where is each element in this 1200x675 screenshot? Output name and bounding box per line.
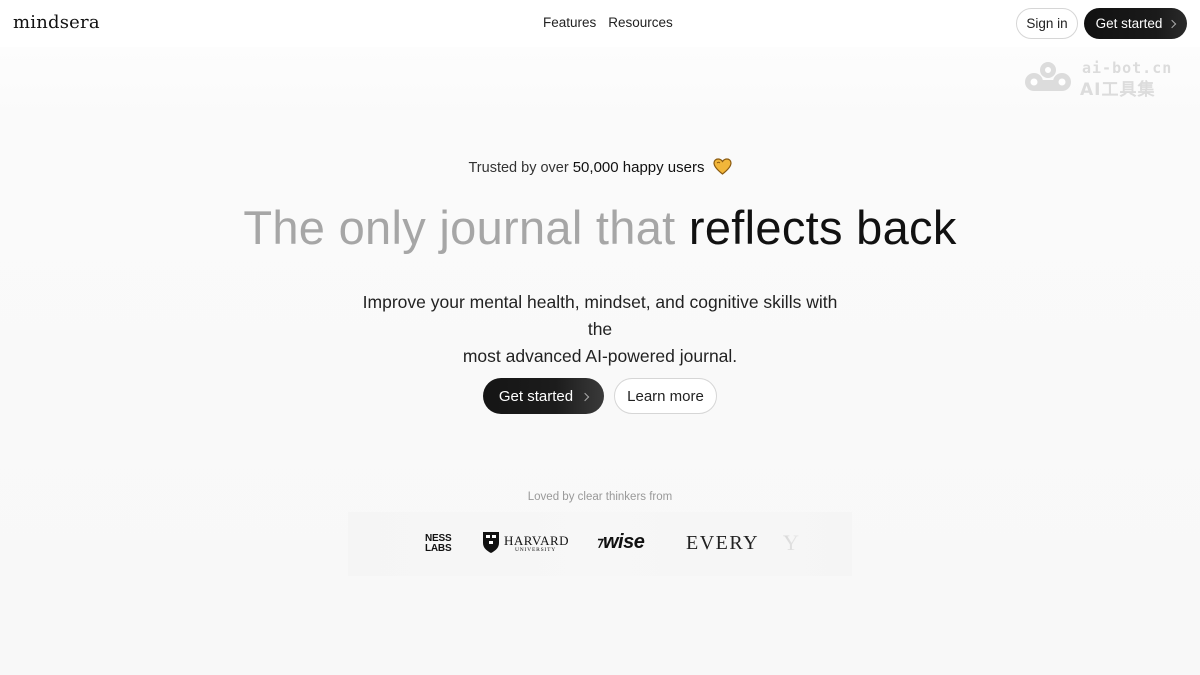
learn-more-label: Learn more xyxy=(627,387,704,405)
sign-in-button[interactable]: Sign in xyxy=(1016,8,1078,39)
social-proof-caption: Loved by clear thinkers from xyxy=(527,491,673,503)
mindsera-logo[interactable]: mindsera xyxy=(13,12,100,33)
chevron-right-icon xyxy=(580,392,590,401)
harvard-shield-icon xyxy=(483,532,499,553)
wise-flag-mark: ⁊ xyxy=(596,534,602,549)
nav-get-started-label: Get started xyxy=(1095,16,1163,31)
hero-subheading: Improve your mental health, mindset, and… xyxy=(350,289,850,370)
trusted-count: 50,000 happy users xyxy=(572,159,705,176)
sign-in-label: Sign in xyxy=(1026,16,1068,31)
headline-light-part: The only journal that xyxy=(243,201,676,254)
trusted-prefix: Trusted by over xyxy=(468,160,569,176)
watermark: ai-bot.cn AI工具集 xyxy=(1022,58,1182,100)
harvard-logo: HARVARD UNIVERSITY xyxy=(482,531,572,557)
wise-logo: ⁊wise xyxy=(596,531,645,554)
top-navbar: mindsera Features Resources Sign in Get … xyxy=(0,0,1200,47)
wise-wordmark: wise xyxy=(602,531,645,553)
nav-link-features[interactable]: Features xyxy=(543,15,596,30)
ness-labs-line-2: LABS xyxy=(425,543,452,554)
harvard-university: UNIVERSITY xyxy=(515,547,556,553)
learn-more-button[interactable]: Learn more xyxy=(614,378,717,414)
hero-get-started-label: Get started xyxy=(498,387,574,405)
trusted-by-line: Trusted by over 50,000 happy users xyxy=(0,158,1200,176)
headline-dark-part: reflects back xyxy=(688,201,957,254)
every-logo: EVERY xyxy=(686,532,760,554)
hero-headline: The only journal that reflects back xyxy=(0,200,1200,255)
ness-labs-logo: NESS LABS xyxy=(425,534,452,554)
watermark-title: AI工具集 xyxy=(1080,80,1156,100)
carousel-fade xyxy=(770,512,852,576)
subhead-line-2: most advanced AI-powered journal. xyxy=(462,346,738,366)
nav-get-started-button[interactable]: Get started xyxy=(1084,8,1187,39)
watermark-cloud-icon xyxy=(1025,62,1071,91)
chevron-right-icon xyxy=(1168,19,1177,29)
hero-get-started-button[interactable]: Get started xyxy=(483,378,604,414)
nav-link-resources[interactable]: Resources xyxy=(608,15,673,30)
subhead-line-1: Improve your mental health, mindset, and… xyxy=(362,292,838,339)
heart-icon xyxy=(712,158,732,175)
nav-links: Features Resources xyxy=(543,15,673,30)
